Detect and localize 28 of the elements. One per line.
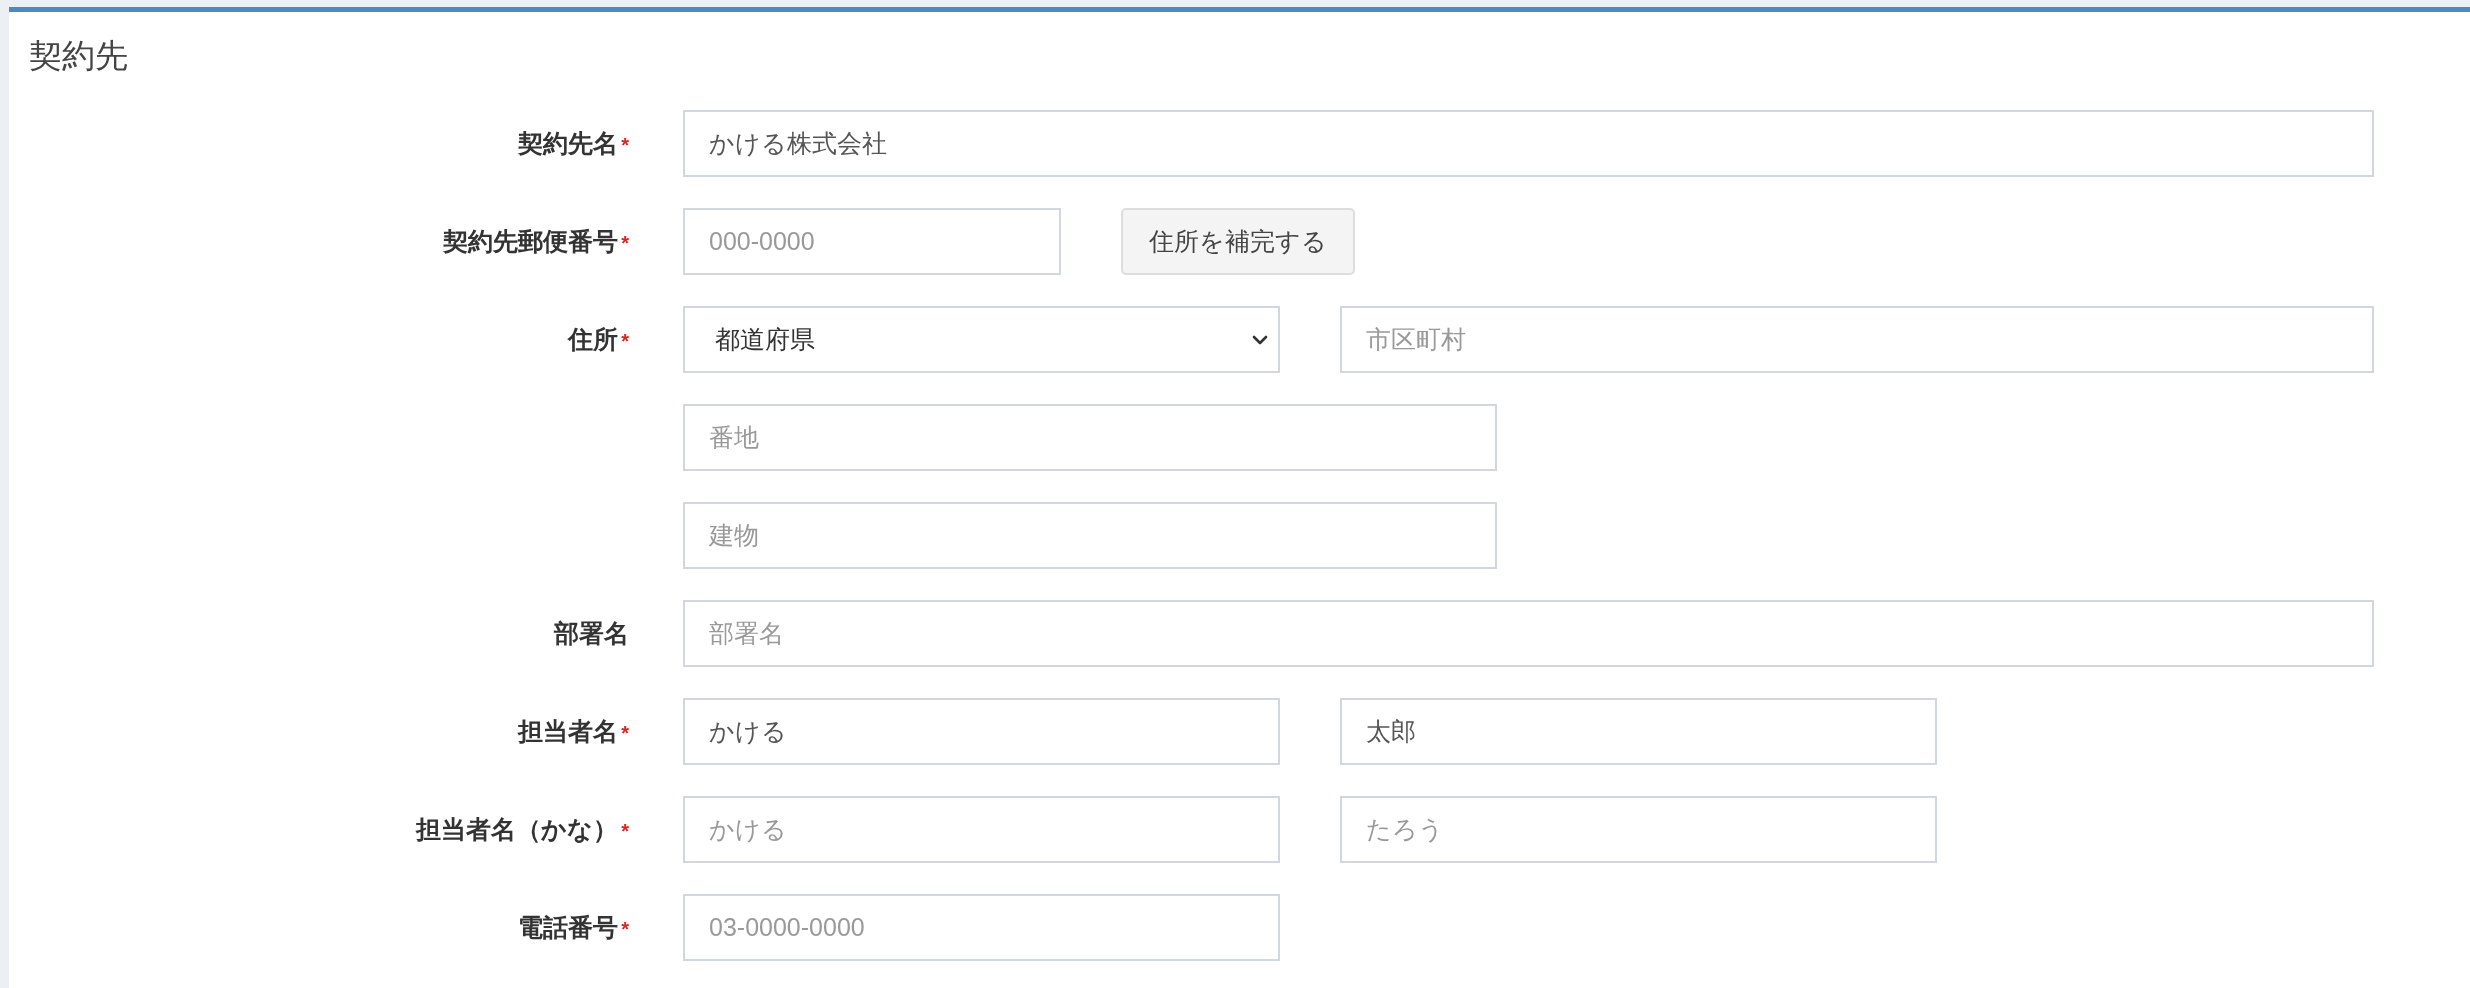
input-field[interactable]: たろう bbox=[1340, 796, 1937, 863]
input-field[interactable]: 建物 bbox=[683, 502, 1497, 569]
select-field[interactable]: 都道府県 bbox=[683, 306, 1280, 373]
field-label: 部署名 bbox=[554, 618, 629, 649]
input-field[interactable]: かける株式会社 bbox=[683, 110, 2374, 177]
input-field[interactable]: 000-0000 bbox=[683, 208, 1061, 275]
required-mark: * bbox=[621, 330, 629, 353]
field-label: 契約先名 bbox=[518, 128, 619, 159]
chevron-down-icon bbox=[1252, 334, 1268, 345]
required-mark: * bbox=[621, 134, 629, 157]
input-field[interactable]: 03-0000-0000 bbox=[683, 894, 1280, 961]
field-label: 電話番号 bbox=[518, 912, 619, 943]
required-mark: * bbox=[621, 918, 629, 941]
autofill-address-button[interactable]: 住所を補完する bbox=[1121, 208, 1355, 275]
input-field[interactable]: かける bbox=[683, 698, 1280, 765]
required-mark: * bbox=[621, 232, 629, 255]
field-label: 契約先郵便番号 bbox=[443, 226, 619, 257]
input-field[interactable]: 部署名 bbox=[683, 600, 2374, 667]
required-mark: * bbox=[621, 722, 629, 745]
field-label: 担当者名 bbox=[518, 716, 619, 747]
required-mark: * bbox=[621, 820, 629, 843]
input-field[interactable]: 番地 bbox=[683, 404, 1497, 471]
field-label: 住所 bbox=[568, 324, 619, 355]
panel-title: 契約先 bbox=[28, 36, 129, 76]
field-label: 担当者名（かな） bbox=[416, 814, 619, 845]
input-field[interactable]: 市区町村 bbox=[1340, 306, 2374, 373]
input-field[interactable]: 太郎 bbox=[1340, 698, 1937, 765]
input-field[interactable]: かける bbox=[683, 796, 1280, 863]
